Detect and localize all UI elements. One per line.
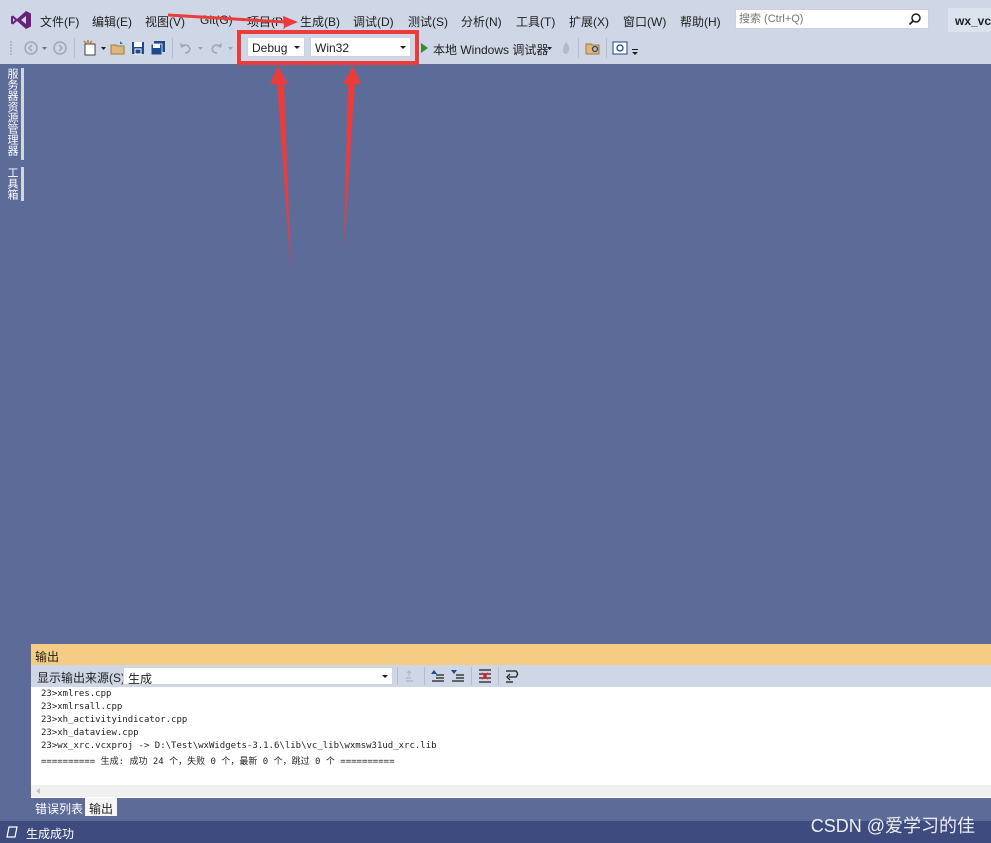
chevron-down-icon[interactable]	[227, 40, 234, 56]
menu-build[interactable]: 生成(B)	[300, 13, 340, 30]
start-debugger-button[interactable]: 本地 Windows 调试器	[433, 41, 548, 58]
menu-file[interactable]: 文件(F)	[40, 13, 79, 30]
output-text-area[interactable]: 23>xmlres.cpp 23>xmlrsall.cpp 23>xh_acti…	[31, 687, 991, 798]
menu-debug[interactable]: 调试(D)	[353, 13, 394, 30]
chevron-down-icon[interactable]	[100, 40, 107, 56]
annotation-highlight-box	[237, 30, 419, 65]
visual-studio-logo-icon	[11, 11, 31, 29]
tab-error-list[interactable]: 错误列表	[31, 798, 88, 816]
toolbar-separator	[74, 38, 75, 58]
save-icon[interactable]	[131, 40, 145, 56]
chevron-down-icon[interactable]	[41, 40, 48, 56]
toolbar-separator	[498, 667, 499, 685]
project-name-tab: wx_vc1	[948, 8, 991, 32]
new-project-icon[interactable]	[82, 40, 98, 56]
next-message-icon[interactable]	[450, 668, 466, 684]
chevron-down-icon	[382, 675, 388, 678]
previous-message-icon[interactable]	[430, 668, 446, 684]
search-icon[interactable]	[908, 12, 922, 26]
output-line: 23>xh_activityindicator.cpp	[41, 715, 188, 725]
output-toolbar: 显示输出来源(S): 生成	[31, 665, 991, 687]
screenshot-camera-icon[interactable]	[612, 40, 628, 56]
output-line: 23>wx_xrc.vcxproj -> D:\Test\wxWidgets-3…	[41, 741, 437, 751]
menu-tools[interactable]: 工具(T)	[516, 13, 555, 30]
output-panel: 输出 显示输出来源(S): 生成 23>xmlres.cpp 23>xmlrsa…	[31, 644, 991, 822]
find-in-files-icon[interactable]	[585, 40, 601, 56]
hot-reload-flame-icon[interactable]	[560, 40, 572, 56]
output-panel-title-bar[interactable]: 输出	[31, 644, 991, 665]
navigate-back-icon[interactable]	[23, 40, 39, 56]
watermark: CSDN @爱学习的佳	[810, 816, 975, 836]
toolbar-separator	[424, 667, 425, 685]
output-build-summary: ========== 生成: 成功 24 个，失败 0 个，最新 0 个，跳过 …	[41, 757, 395, 767]
scroll-left-icon[interactable]	[34, 787, 42, 795]
left-tool-rail: 服务器资源管理器 工具箱	[0, 64, 24, 821]
output-panel-title: 输出	[35, 650, 60, 664]
find-message-icon[interactable]	[403, 668, 419, 684]
output-source-dropdown[interactable]: 生成	[123, 667, 393, 686]
toolbar-overflow-icon[interactable]	[631, 44, 639, 60]
menu-git[interactable]: Git(G)	[200, 13, 233, 27]
toolbar-separator	[471, 667, 472, 685]
toolbar-separator	[172, 38, 173, 58]
output-source-value: 生成	[128, 672, 153, 686]
start-debugging-play-icon[interactable]	[420, 40, 429, 56]
save-all-icon[interactable]	[150, 40, 166, 56]
toolbox-tab[interactable]: 工具箱	[3, 167, 20, 201]
toolbar-separator	[606, 38, 607, 58]
output-line: 23>xmlres.cpp	[41, 689, 112, 699]
toolbar-separator	[397, 667, 398, 685]
undo-icon[interactable]	[178, 40, 194, 56]
redo-icon[interactable]	[208, 40, 224, 56]
search-box[interactable]	[735, 9, 929, 29]
chevron-down-icon[interactable]	[197, 40, 204, 56]
standard-toolbar: Debug Win32 本地 Windows 调试器	[0, 34, 991, 64]
toolbar-separator	[578, 38, 579, 58]
server-explorer-tab[interactable]: 服务器资源管理器	[3, 68, 20, 160]
menu-help[interactable]: 帮助(H)	[680, 13, 721, 30]
menu-test[interactable]: 测试(S)	[408, 13, 448, 30]
navigate-forward-icon[interactable]	[52, 40, 68, 56]
horizontal-scrollbar[interactable]	[31, 785, 991, 797]
menu-view[interactable]: 视图(V)	[145, 13, 185, 30]
toolbar-grip-icon[interactable]	[9, 40, 15, 56]
output-line: 23>xh_dataview.cpp	[41, 728, 139, 738]
open-folder-icon[interactable]	[110, 40, 126, 56]
status-item-icon	[6, 826, 18, 838]
clear-all-icon[interactable]	[477, 668, 493, 684]
search-input[interactable]	[739, 11, 899, 27]
tab-output[interactable]: 输出	[85, 798, 118, 816]
menu-edit[interactable]: 编辑(E)	[92, 13, 132, 30]
chevron-down-icon[interactable]	[546, 40, 553, 56]
menu-window[interactable]: 窗口(W)	[623, 13, 666, 30]
menu-bar: 文件(F) 编辑(E) 视图(V) Git(G) 项目(P) 生成(B) 调试(…	[0, 6, 991, 34]
status-text: 生成成功	[26, 827, 75, 841]
menu-extensions[interactable]: 扩展(X)	[569, 13, 609, 30]
menu-project[interactable]: 项目(P)	[247, 13, 287, 30]
editor-workspace[interactable]	[24, 64, 991, 644]
output-source-label: 显示输出来源(S):	[37, 671, 129, 685]
toggle-word-wrap-icon[interactable]	[504, 668, 520, 684]
menu-analyze[interactable]: 分析(N)	[461, 13, 502, 30]
output-line: 23>xmlrsall.cpp	[41, 702, 123, 712]
